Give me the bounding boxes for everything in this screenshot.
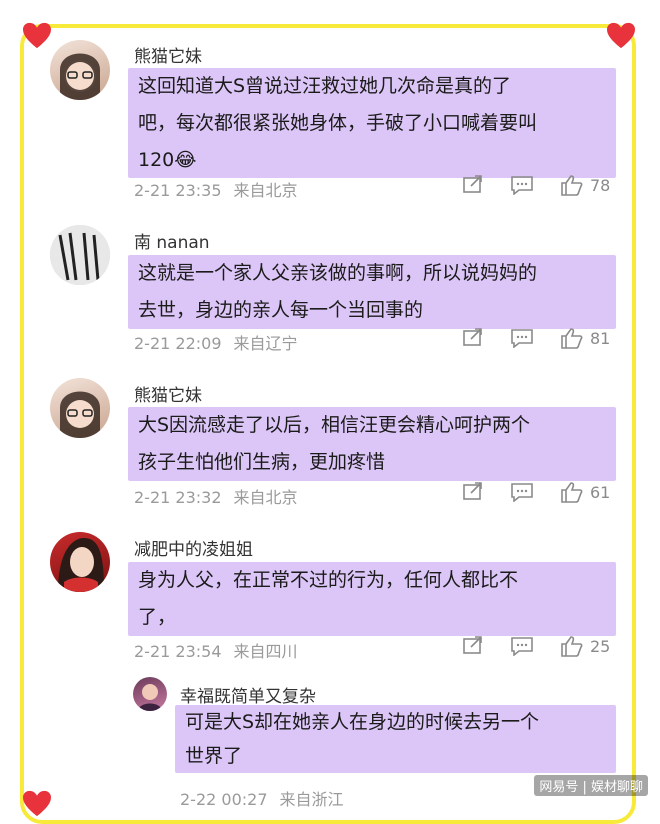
like-button[interactable]: 25 — [560, 635, 610, 657]
avatar[interactable] — [50, 40, 110, 100]
comment-icon[interactable] — [510, 175, 534, 195]
thumbs-up-icon — [561, 482, 583, 503]
comment-actions: 81 — [462, 327, 610, 349]
username[interactable]: 熊猫它妹 — [134, 42, 202, 67]
comment-text: 这就是一个家人父亲该做的事啊，所以说妈妈的 去世，身边的亲人每一个当回事的 — [128, 255, 616, 329]
thumbs-up-icon — [561, 175, 583, 196]
like-button[interactable]: 81 — [560, 327, 610, 349]
username[interactable]: 熊猫它妹 — [134, 381, 202, 406]
avatar-face-icon — [60, 53, 100, 100]
comment-date: 2-22 00:27 — [180, 790, 268, 809]
comment-actions: 25 — [462, 635, 610, 657]
comment-meta: 2-21 23:35 来自北京 — [134, 177, 298, 201]
heart-icon-top-right — [607, 22, 635, 49]
username[interactable]: 幸福既简单又复杂 — [180, 682, 316, 707]
comment-actions: 61 — [462, 481, 610, 503]
comment-icon[interactable] — [510, 328, 534, 348]
comment-meta: 2-21 22:09 来自辽宁 — [134, 330, 298, 354]
zebra-avatar-icon — [50, 225, 110, 285]
username[interactable]: 减肥中的凌姐姐 — [134, 535, 253, 560]
comment-location: 来自四川 — [233, 642, 298, 661]
share-icon[interactable] — [462, 328, 484, 348]
comment-date: 2-21 22:09 — [134, 334, 222, 353]
like-count: 81 — [590, 328, 611, 348]
comment-meta: 2-21 23:54 来自四川 — [134, 638, 298, 662]
comment-text: 大S因流感走了以后，相信汪更会精心呵护两个 孩子生怕他们生病，更加疼惜 — [128, 407, 616, 481]
comment-meta: 2-21 23:32 来自北京 — [134, 484, 298, 508]
share-icon[interactable] — [462, 482, 484, 502]
like-count: 25 — [590, 636, 611, 656]
username[interactable]: 南 nanan — [134, 228, 210, 253]
comment-date: 2-21 23:54 — [134, 642, 222, 661]
reply-text: 可是大S却在她亲人在身边的时候去另一个 世界了 — [175, 705, 616, 773]
avatar[interactable] — [50, 532, 110, 592]
comment-location: 来自北京 — [233, 181, 298, 200]
avatar[interactable] — [50, 378, 110, 438]
comment-location: 来自浙江 — [279, 790, 344, 809]
comment-text: 身为人父，在正常不过的行为，任何人都比不 了， — [128, 562, 616, 636]
like-count: 61 — [590, 482, 611, 502]
avatar-face-icon — [58, 538, 104, 592]
watermark: 网易号 | 娱材聊聊 — [534, 775, 648, 796]
heart-icon-bottom-left — [23, 790, 51, 817]
comment-date: 2-21 23:35 — [134, 181, 222, 200]
avatar[interactable] — [50, 225, 110, 285]
share-icon[interactable] — [462, 175, 484, 195]
like-button[interactable]: 78 — [560, 174, 610, 196]
like-button[interactable]: 61 — [560, 481, 610, 503]
heart-icon-top-left — [23, 22, 51, 49]
thumbs-up-icon — [561, 328, 583, 349]
like-count: 78 — [590, 175, 611, 195]
comment-icon[interactable] — [510, 636, 534, 656]
comment-date: 2-21 23:32 — [134, 488, 222, 507]
thumbs-up-icon — [561, 636, 583, 657]
comment-icon[interactable] — [510, 482, 534, 502]
comment-text: 这回知道大S曾说过汪救过她几次命是真的了 吧，每次都很紧张她身体，手破了小口喊着… — [128, 68, 616, 178]
avatar[interactable] — [133, 677, 167, 711]
comment-location: 来自北京 — [233, 488, 298, 507]
avatar-face-icon — [60, 391, 100, 438]
reply-meta: 2-22 00:27 来自浙江 — [180, 786, 344, 810]
comment-location: 来自辽宁 — [233, 334, 298, 353]
avatar-face-icon — [138, 684, 162, 711]
comment-actions: 78 — [462, 174, 610, 196]
share-icon[interactable] — [462, 636, 484, 656]
